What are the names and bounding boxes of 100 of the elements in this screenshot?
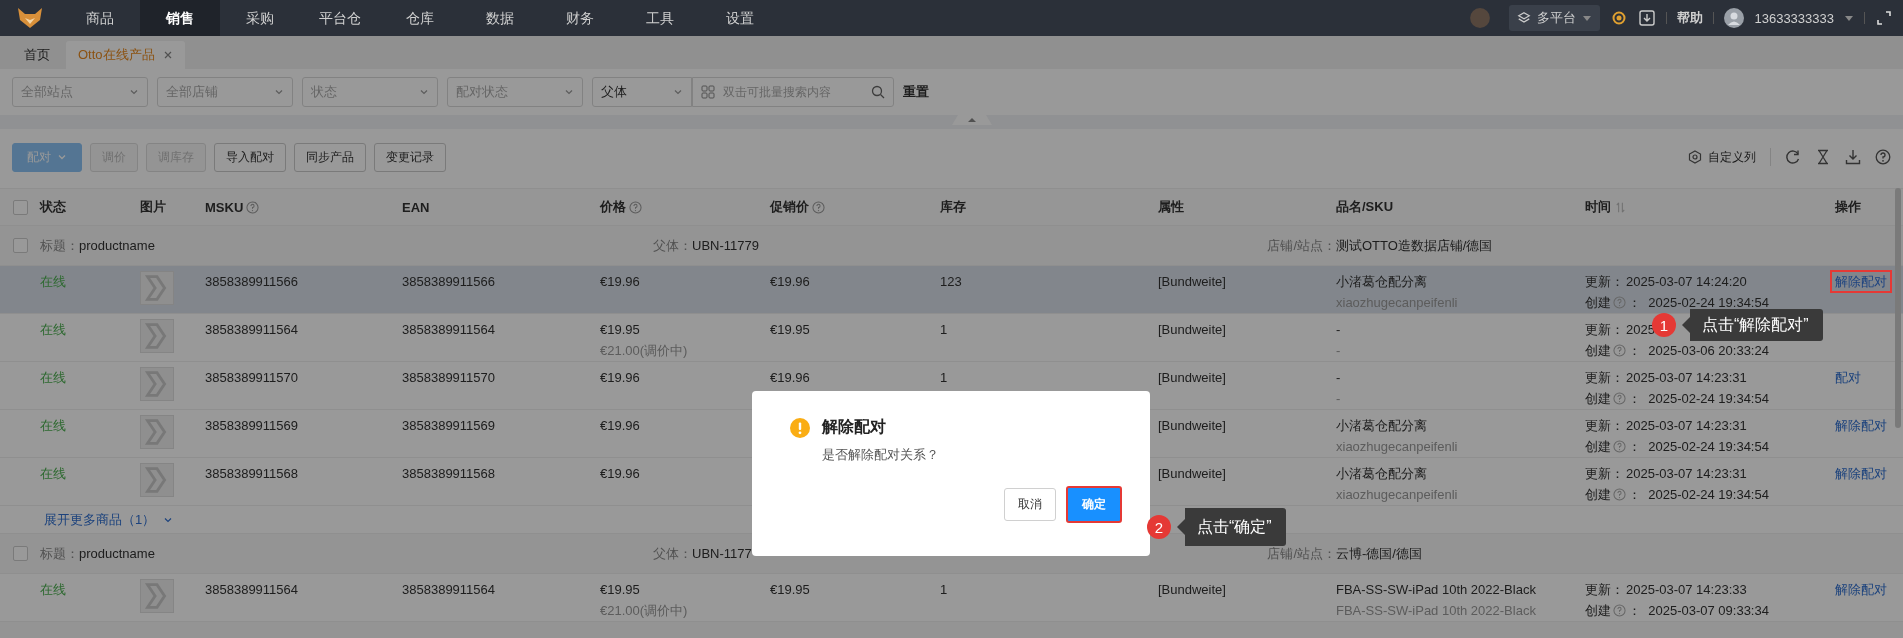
field-label: 更新： bbox=[1585, 274, 1624, 289]
help-icon[interactable] bbox=[1613, 604, 1626, 617]
hourglass-icon[interactable] bbox=[1815, 149, 1831, 165]
dialog-title: 解除配对 bbox=[822, 417, 886, 437]
column-header: MSKU bbox=[205, 199, 244, 215]
placeholder-image-icon bbox=[140, 579, 174, 613]
tooltip: 点击“解除配对” bbox=[1682, 309, 1823, 341]
table-cell-text: €19.95 bbox=[770, 582, 810, 599]
table-cell-text: €19.96 bbox=[600, 466, 641, 481]
scope-select[interactable]: 父体 bbox=[592, 77, 692, 107]
nav-item[interactable]: 设置 bbox=[700, 0, 780, 36]
timestamp: 2025-03-07 14:24:20 bbox=[1626, 274, 1747, 289]
nav-item[interactable]: 销售 bbox=[140, 0, 220, 36]
nav-item[interactable]: 平台仓 bbox=[300, 0, 380, 36]
field-label: 标题： bbox=[40, 545, 79, 561]
timestamp: 2025-03-07 14:23:33 bbox=[1626, 582, 1747, 597]
field-label: 创建 bbox=[1585, 343, 1611, 358]
table-cell-text: 3858389911569 bbox=[402, 418, 496, 435]
collapse-handle-icon[interactable] bbox=[951, 115, 992, 125]
expand-more-link[interactable]: 展开更多商品（1） bbox=[44, 510, 174, 529]
timestamp: ： 2025-03-07 09:33:34 bbox=[1628, 603, 1769, 618]
nav-item[interactable]: 采购 bbox=[220, 0, 300, 36]
table-cell-text: [Bundweite] bbox=[1158, 466, 1226, 483]
row-action-link[interactable]: 解除配对 bbox=[1830, 578, 1892, 601]
row-action-link[interactable]: 解除配对 bbox=[1830, 462, 1892, 485]
search-icon[interactable] bbox=[871, 85, 885, 99]
toolbar-button[interactable]: 变更记录 bbox=[374, 142, 446, 172]
table-cell-text: 3858389911570 bbox=[205, 370, 299, 387]
cancel-button[interactable]: 取消 bbox=[1004, 488, 1056, 521]
row-action-link[interactable]: 配对 bbox=[1830, 366, 1866, 389]
checkbox[interactable] bbox=[12, 546, 28, 561]
table-cell-text: €19.96 bbox=[600, 274, 641, 289]
scrollbar[interactable] bbox=[1895, 188, 1901, 428]
help-icon[interactable] bbox=[1613, 392, 1626, 405]
nav-item[interactable]: 商品 bbox=[60, 0, 140, 36]
download-icon[interactable] bbox=[1845, 149, 1861, 165]
help-link[interactable]: 帮助 bbox=[1677, 9, 1704, 27]
field-label: 店铺/站点： bbox=[1267, 237, 1336, 253]
help-icon[interactable] bbox=[812, 200, 825, 214]
refresh-icon[interactable] bbox=[1785, 149, 1801, 165]
nav-item[interactable]: 仓库 bbox=[380, 0, 460, 36]
row-action-link[interactable]: 解除配对 bbox=[1830, 414, 1892, 437]
checkbox[interactable] bbox=[12, 238, 28, 253]
table-cell-text: 123 bbox=[940, 274, 962, 291]
table-cell-text: [Bundweite] bbox=[1158, 370, 1226, 387]
product-name: 小渚葛仓配分离 bbox=[1336, 466, 1428, 481]
help-icon[interactable] bbox=[1613, 440, 1626, 453]
grid-icon[interactable] bbox=[701, 85, 715, 99]
table-cell-text: 3858389911568 bbox=[402, 466, 496, 483]
reset-link[interactable]: 重置 bbox=[903, 83, 929, 101]
avatar-icon[interactable] bbox=[1724, 8, 1745, 28]
chevron-down-icon bbox=[673, 87, 683, 97]
caret-icon[interactable] bbox=[1844, 13, 1854, 23]
status-text: 在线 bbox=[40, 418, 66, 435]
fox-logo-icon[interactable] bbox=[16, 6, 44, 30]
user-menu[interactable]: 13633333333 bbox=[1754, 10, 1834, 26]
sku-text: xiaozhugecanpeifenli bbox=[1336, 487, 1459, 502]
toolbar-button[interactable]: 导入配对 bbox=[214, 142, 286, 172]
product-title: productname bbox=[79, 545, 155, 561]
nav-item[interactable]: 财务 bbox=[540, 0, 620, 36]
page-tab[interactable]: 首页 bbox=[24, 46, 50, 64]
custom-columns-button[interactable]: 自定义列 bbox=[1688, 148, 1756, 166]
table-cell-text: [Bundweite] bbox=[1158, 418, 1226, 435]
caret-icon bbox=[1582, 13, 1593, 23]
timestamp: 2025-03-07 14:23:31 bbox=[1626, 466, 1747, 481]
toolbar-button[interactable]: 同步产品 bbox=[294, 142, 366, 172]
status-text: 在线 bbox=[40, 274, 66, 291]
timestamp: ： 2025-02-24 19:34:54 bbox=[1628, 487, 1769, 502]
table-cell-text: €19.95 bbox=[600, 582, 641, 597]
help-icon[interactable] bbox=[1613, 488, 1626, 501]
table-cell-text: 3858389911566 bbox=[402, 274, 496, 291]
status-text: 在线 bbox=[40, 322, 66, 339]
help-icon[interactable] bbox=[1613, 344, 1626, 357]
sort-icon[interactable] bbox=[1614, 200, 1627, 214]
field-label: 创建 bbox=[1585, 391, 1611, 406]
field-label: 更新： bbox=[1585, 370, 1624, 385]
close-icon[interactable] bbox=[162, 50, 173, 60]
table-cell-text: €19.95 bbox=[770, 322, 810, 339]
field-label: 创建 bbox=[1585, 603, 1611, 618]
nav-item[interactable]: 数据 bbox=[460, 0, 540, 36]
platform-dropdown[interactable]: 多平台 bbox=[1509, 5, 1601, 31]
timestamp: 2025 bbox=[1626, 322, 1655, 337]
chevron-down-icon bbox=[129, 87, 139, 97]
store-name: 云博-德国/德国 bbox=[1336, 545, 1422, 561]
table-cell-text: 3858389911568 bbox=[205, 466, 299, 483]
help-icon[interactable] bbox=[246, 200, 260, 214]
placeholder-image-icon bbox=[140, 415, 174, 449]
field-label: 更新： bbox=[1585, 582, 1624, 597]
nav-item[interactable]: 工具 bbox=[620, 0, 700, 36]
dialog-message: 是否解除配对关系？ bbox=[822, 446, 940, 464]
column-header: 状态 bbox=[40, 198, 66, 216]
table-cell-text: 3858389911564 bbox=[205, 582, 299, 599]
field-label: 创建 bbox=[1585, 439, 1611, 454]
help-icon[interactable] bbox=[1875, 149, 1891, 165]
fullscreen-icon[interactable] bbox=[1875, 9, 1893, 27]
checkbox[interactable] bbox=[12, 199, 28, 215]
confirm-button[interactable]: 确定 bbox=[1066, 486, 1122, 523]
help-icon[interactable] bbox=[629, 200, 642, 214]
table-cell-text: [Bundweite] bbox=[1158, 274, 1226, 291]
sku-text: - bbox=[1336, 343, 1342, 358]
